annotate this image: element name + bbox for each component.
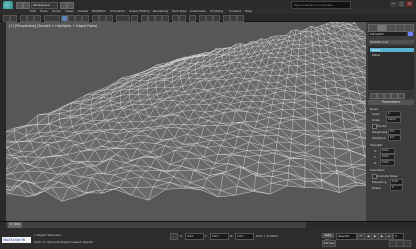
remove-modifier-icon[interactable]: [391, 93, 398, 99]
render-production-icon[interactable]: [237, 15, 244, 22]
seed-label: Seed:: [372, 112, 380, 116]
go-to-end-icon[interactable]: ⏭: [385, 233, 393, 240]
select-object-icon[interactable]: [61, 15, 68, 22]
snaps-toggle-icon[interactable]: [141, 15, 148, 22]
workspace-dropdown[interactable]: Workspace: Default: [31, 2, 58, 12]
redo-tool-icon[interactable]: [10, 15, 17, 22]
object-color-swatch[interactable]: [408, 32, 413, 36]
align-icon[interactable]: [179, 15, 186, 22]
display-tab-icon[interactable]: [404, 24, 414, 32]
selection-filter-dropdown[interactable]: [44, 15, 60, 22]
undo-icon[interactable]: [60, 2, 67, 9]
redo-icon[interactable]: [67, 2, 74, 9]
unlink-icon[interactable]: [27, 15, 34, 22]
viewport-label[interactable]: [+] [Perspective] [Smooth + Highlights +…: [9, 24, 97, 28]
phase-label: Phase:: [372, 186, 382, 190]
new-file-icon[interactable]: [16, 2, 23, 9]
mesh-surface: [6, 22, 366, 202]
z-coord-label: Z:: [230, 234, 234, 238]
window-crossing-icon[interactable]: [82, 15, 89, 22]
stack-item-noise[interactable]: Noise: [370, 48, 414, 52]
roughness-label: Roughness:: [372, 130, 389, 134]
move-icon[interactable]: [92, 15, 99, 22]
object-name-field[interactable]: Plane001: [369, 32, 406, 36]
parameters-rollout-header[interactable]: Parameters: [368, 100, 414, 105]
x-strength-label: X:: [374, 149, 377, 153]
reference-coordinate-dropdown[interactable]: [116, 15, 130, 22]
noise-plane-mesh: [6, 22, 366, 202]
x-coord-field[interactable]: 0.0m: [185, 233, 204, 240]
time-slider-track[interactable]: [6, 222, 306, 228]
link-icon[interactable]: [20, 15, 27, 22]
pivot-center-icon[interactable]: [131, 15, 138, 22]
material-editor-icon[interactable]: [213, 15, 220, 22]
x-coord-label: X:: [180, 234, 184, 238]
layer-explorer-icon[interactable]: [189, 15, 196, 22]
mirror-icon[interactable]: [172, 15, 179, 22]
auto-key-button[interactable]: Auto Key: [322, 233, 334, 242]
lock-selection-icon[interactable]: [170, 233, 178, 240]
rectangular-region-icon[interactable]: [75, 15, 82, 22]
pan-view-icon[interactable]: [396, 240, 404, 247]
y-strength-label: Y:: [374, 155, 377, 159]
time-slider-thumb[interactable]: 0 / 100: [8, 222, 22, 228]
scale-icon[interactable]: [106, 15, 113, 22]
key-filter-dropdown[interactable]: Selected: [336, 233, 357, 240]
animation-label: Animation:: [370, 168, 386, 172]
iterations-field[interactable]: 6.0: [388, 135, 401, 141]
show-end-result-icon[interactable]: [377, 93, 384, 99]
iterations-label: Iterations:: [372, 136, 387, 140]
make-unique-icon[interactable]: [384, 93, 391, 99]
search-input[interactable]: Type a keyword or phrase: [291, 1, 351, 9]
percent-snap-icon[interactable]: [155, 15, 162, 22]
viewcube-icon[interactable]: [340, 33, 354, 42]
orbit-icon[interactable]: [389, 240, 397, 247]
undo-tool-icon[interactable]: [3, 15, 10, 22]
phase-field[interactable]: 0: [390, 185, 403, 191]
stack-item-plane[interactable]: Plane: [370, 53, 414, 57]
z-strength-field[interactable]: 2.0m: [380, 160, 395, 166]
perspective-viewport[interactable]: [6, 22, 366, 221]
scale-label: Scale:: [372, 118, 381, 122]
set-key-button[interactable]: Set Key: [322, 240, 336, 247]
angle-snap-icon[interactable]: [148, 15, 155, 22]
z-strength-label: Z:: [374, 161, 377, 165]
maxscript-listener[interactable]: MAXScript Mi: [2, 237, 31, 243]
zoom-extents-icon[interactable]: [403, 240, 411, 247]
modifier-list-dropdown[interactable]: Modifier List: [369, 40, 414, 44]
spinner-snap-icon[interactable]: [162, 15, 169, 22]
maximize-button[interactable]: □: [398, 1, 405, 7]
y-coord-field[interactable]: 0.0m: [210, 233, 229, 240]
current-frame-field[interactable]: 0: [393, 233, 404, 240]
fractal-label: Fractal: [377, 124, 387, 128]
pin-stack-icon[interactable]: [370, 93, 377, 99]
selection-status: 1 Object Selected: [34, 233, 61, 237]
select-by-name-icon[interactable]: [68, 15, 75, 22]
minimize-button[interactable]: —: [390, 1, 397, 7]
configure-sets-icon[interactable]: [398, 93, 405, 99]
frequency-label: Frequency:: [372, 180, 388, 184]
rotate-icon[interactable]: [99, 15, 106, 22]
schematic-view-icon[interactable]: [206, 15, 213, 22]
curve-editor-icon[interactable]: [199, 15, 206, 22]
y-coord-label: Y:: [205, 234, 208, 238]
rendered-frame-window-icon[interactable]: [230, 15, 237, 22]
render-setup-icon[interactable]: [223, 15, 230, 22]
close-button[interactable]: ✕: [406, 1, 413, 7]
bind-space-warp-icon[interactable]: [34, 15, 41, 22]
strength-label: Strength:: [370, 143, 384, 147]
grid-size: Grid = 0.254m: [256, 234, 279, 238]
open-file-icon[interactable]: [23, 2, 30, 9]
z-coord-field[interactable]: 0.0m: [235, 233, 254, 240]
animate-noise-label: Animate Noise: [377, 174, 398, 178]
noise-label: Noise:: [370, 107, 379, 111]
scale-field[interactable]: 100.0: [386, 117, 401, 123]
prompt-line: Click or click-and-drag to select object…: [34, 240, 94, 244]
